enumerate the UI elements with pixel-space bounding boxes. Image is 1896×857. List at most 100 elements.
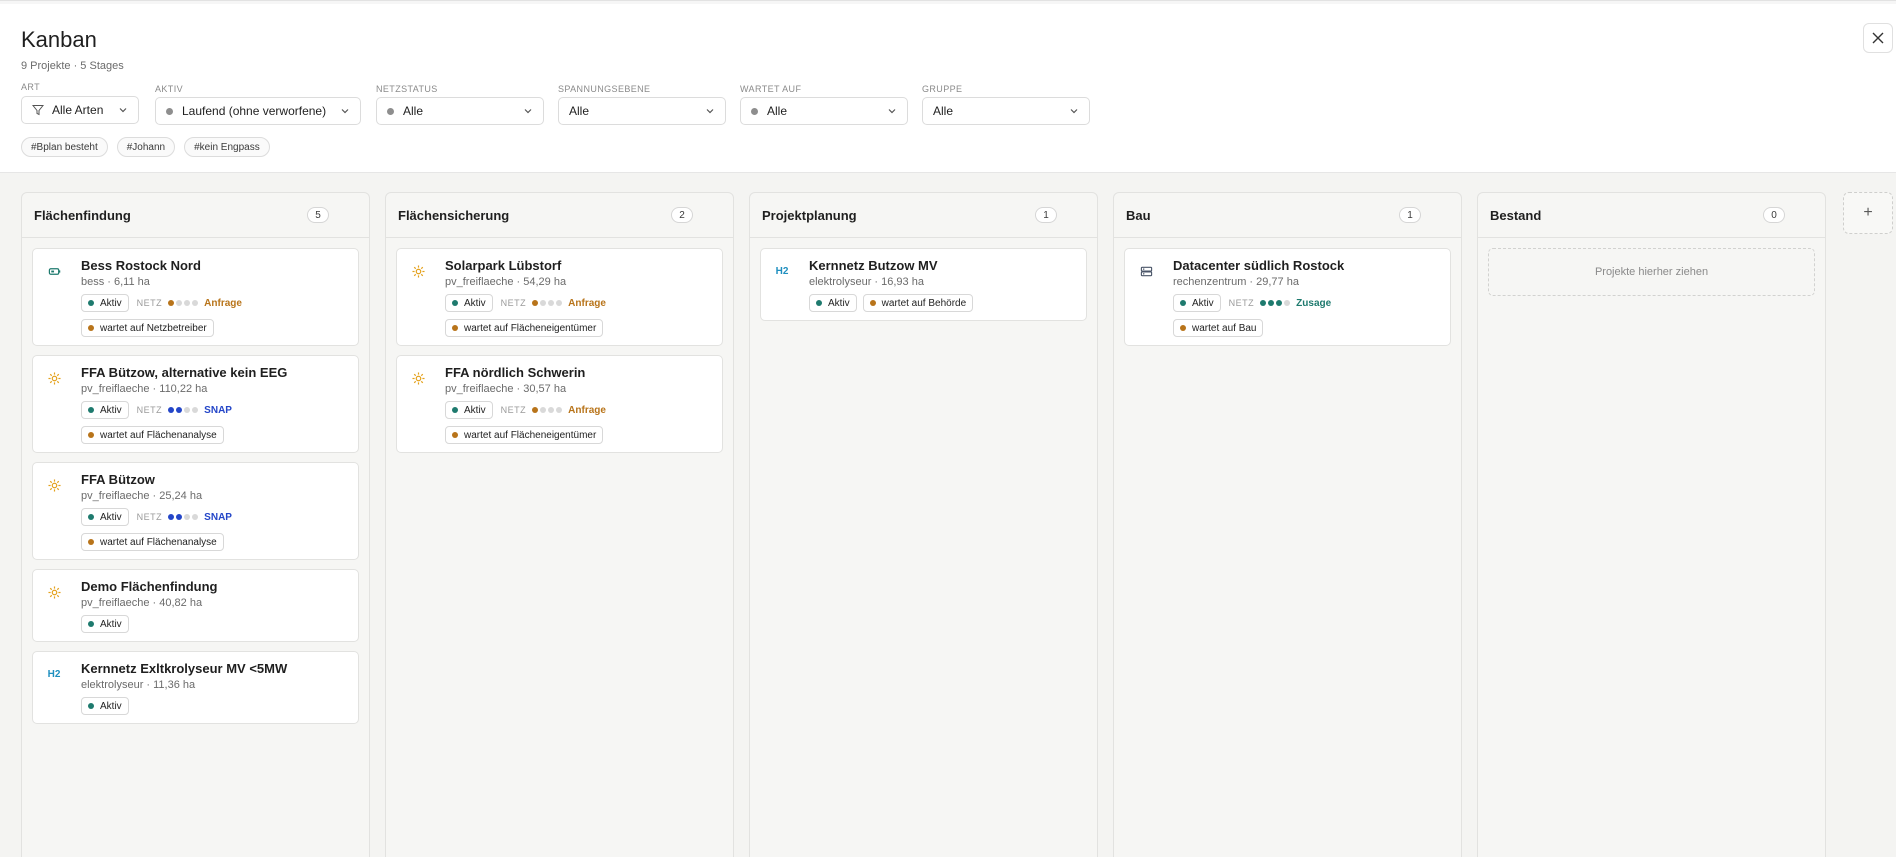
server-icon: [1139, 264, 1153, 278]
h2-icon: H2: [47, 668, 61, 680]
netz-step-dot: [548, 300, 555, 306]
tag-list: #Bplan besteht #Johann #kein Engpass: [21, 137, 270, 157]
drop-zone[interactable]: Projekte hierher ziehen: [1488, 248, 1815, 296]
project-card[interactable]: FFA Bützow, alternative kein EEG pv_freif…: [32, 355, 359, 453]
card-meta: bess · 6,11 ha: [81, 276, 150, 288]
filter-art-select[interactable]: Alle Arten: [21, 96, 139, 124]
waiting-dot: [1180, 325, 1186, 331]
tag-chip[interactable]: #Johann: [116, 137, 176, 157]
card-title: Solarpark Lübstorf: [445, 258, 562, 273]
netz-step-dot: [192, 514, 199, 520]
waiting-badge: wartet auf Bau: [1173, 319, 1264, 337]
add-column-button[interactable]: +: [1843, 192, 1893, 234]
netz-step-dot: [176, 300, 183, 306]
filter-aktiv-value: Laufend (ohne verworfene): [182, 104, 327, 118]
netz-step-dot: [184, 407, 191, 413]
netz-status-label: Zusage: [1296, 297, 1332, 309]
card-list: Solarpark Lübstorf pv_freiflaeche · 54,29…: [386, 238, 733, 453]
netz-step-dot: [1260, 300, 1267, 306]
filter-label-netzstatus: NETZSTATUS: [376, 84, 438, 94]
filter-wartet-auf-value: Alle: [767, 104, 788, 118]
column-title: Bau: [1126, 207, 1151, 223]
status-dot: [88, 703, 94, 709]
column-title: Flächensicherung: [398, 207, 510, 223]
status-badge: Aktiv: [81, 294, 129, 312]
project-card[interactable]: H2 Kernnetz Exltkrolyseur MV <5MW elektrol…: [32, 651, 359, 724]
status-dot: [1180, 300, 1186, 306]
project-card[interactable]: FFA Bützow pv_freiflaeche · 25,24 ha Aktiv…: [32, 462, 359, 560]
card-list: [1478, 296, 1825, 306]
status-dot: [816, 300, 822, 306]
card-title: Demo Flächenfindung: [81, 579, 218, 594]
waiting-dot: [88, 325, 94, 331]
netz-step-dot: [176, 514, 183, 520]
waiting-label: wartet auf Flächeneigentümer: [464, 429, 597, 441]
netz-status-label: SNAP: [204, 511, 232, 523]
filter-gruppe-select[interactable]: Alle: [922, 97, 1090, 125]
filter-label-wartet-auf: WARTET AUF: [740, 84, 802, 94]
waiting-badge: wartet auf Netzbetreiber: [81, 319, 214, 337]
netz-progress-dots: [168, 407, 199, 413]
status-label: Aktiv: [828, 297, 850, 309]
chevron-down-icon: [119, 108, 127, 113]
project-card[interactable]: FFA nördlich Schwerin pv_freiflaeche · 30…: [396, 355, 723, 453]
netz-progress-dots: [168, 300, 199, 306]
tag-chip[interactable]: #Bplan besteht: [21, 137, 108, 157]
filter-wartet-auf-select[interactable]: Alle: [740, 97, 908, 125]
status-badge: Aktiv: [81, 615, 129, 633]
close-button[interactable]: [1863, 23, 1893, 53]
sun-icon: [411, 371, 425, 385]
netz-status-label: Anfrage: [568, 404, 606, 416]
card-status-row: Aktiv NETZ SNAP: [81, 401, 348, 419]
card-title: Datacenter südlich Rostock: [1173, 258, 1345, 273]
chevron-down-icon: [524, 109, 532, 114]
filter-label-gruppe: GRUPPE: [922, 84, 963, 94]
netz-progress-dots: [168, 514, 199, 520]
filter-spannungsebene-select[interactable]: Alle: [558, 97, 726, 125]
chevron-down-icon: [1070, 109, 1078, 114]
netz-progress-dots: [532, 407, 563, 413]
column-title: Bestand: [1490, 207, 1542, 223]
project-card[interactable]: Datacenter südlich Rostock rechenzentrum …: [1124, 248, 1451, 346]
column-count-badge: 1: [1035, 207, 1057, 223]
status-dot: [387, 107, 394, 115]
netz-status-label: Anfrage: [204, 297, 242, 309]
project-card[interactable]: Solarpark Lübstorf pv_freiflaeche · 54,29…: [396, 248, 723, 346]
netz-step-dot: [556, 407, 563, 413]
card-status-row: Aktiv NETZ SNAP: [81, 508, 348, 526]
netz-step-dot: [168, 514, 175, 520]
netz-step-dot: [192, 300, 199, 306]
card-waiting-row: wartet auf Flächenanalyse: [81, 533, 348, 551]
column-count-badge: 0: [1763, 207, 1785, 223]
netz-step-dot: [168, 407, 175, 413]
tag-chip[interactable]: #kein Engpass: [184, 137, 270, 157]
netz-step-dot: [532, 407, 539, 413]
netz-progress-dots: [532, 300, 563, 306]
column-title: Flächenfindung: [34, 207, 131, 223]
waiting-dot: [869, 300, 876, 306]
header: Kanban 9 Projekte · 5 Stages ART Alle Ar…: [0, 4, 1896, 172]
status-label: Aktiv: [464, 297, 486, 309]
netz-status-label: SNAP: [204, 404, 232, 416]
filter-aktiv-select[interactable]: Laufend (ohne verworfene): [155, 97, 361, 125]
netz-step-dot: [532, 300, 539, 306]
project-card[interactable]: Demo Flächenfindung pv_freiflaeche · 40,8…: [32, 569, 359, 642]
project-card[interactable]: Bess Rostock Nord bess · 6,11 ha Aktiv NETZ…: [32, 248, 359, 346]
filter-label-aktiv: AKTIV: [155, 84, 184, 94]
filter-label-spannungsebene: SPANNUNGSEBENE: [558, 84, 651, 94]
project-card[interactable]: H2 Kernnetz Butzow MV elektrolyseur · 16,9…: [760, 248, 1087, 321]
filter-netzstatus-select[interactable]: Alle: [376, 97, 544, 125]
card-status-row: Aktiv: [81, 697, 348, 715]
card-list: Datacenter südlich Rostock rechenzentrum …: [1114, 238, 1461, 346]
card-status-row: Aktiv NETZ Anfrage: [81, 294, 348, 312]
card-status-row: Aktiv: [81, 615, 348, 633]
waiting-badge: wartet auf Flächeneigentümer: [445, 426, 604, 444]
netz-label: NETZ: [1228, 298, 1255, 308]
kanban-column: Flächensicherung 2 Solarpark Lübstorf pv_fr…: [385, 192, 734, 857]
card-meta: elektrolyseur · 11,36 ha: [81, 679, 196, 691]
h2-icon: H2: [775, 265, 789, 277]
card-title: FFA nördlich Schwerin: [445, 365, 586, 380]
card-status-row: Aktiv NETZ Anfrage: [445, 294, 712, 312]
status-badge: Aktiv: [445, 294, 493, 312]
waiting-label: wartet auf Flächenanalyse: [100, 536, 217, 548]
